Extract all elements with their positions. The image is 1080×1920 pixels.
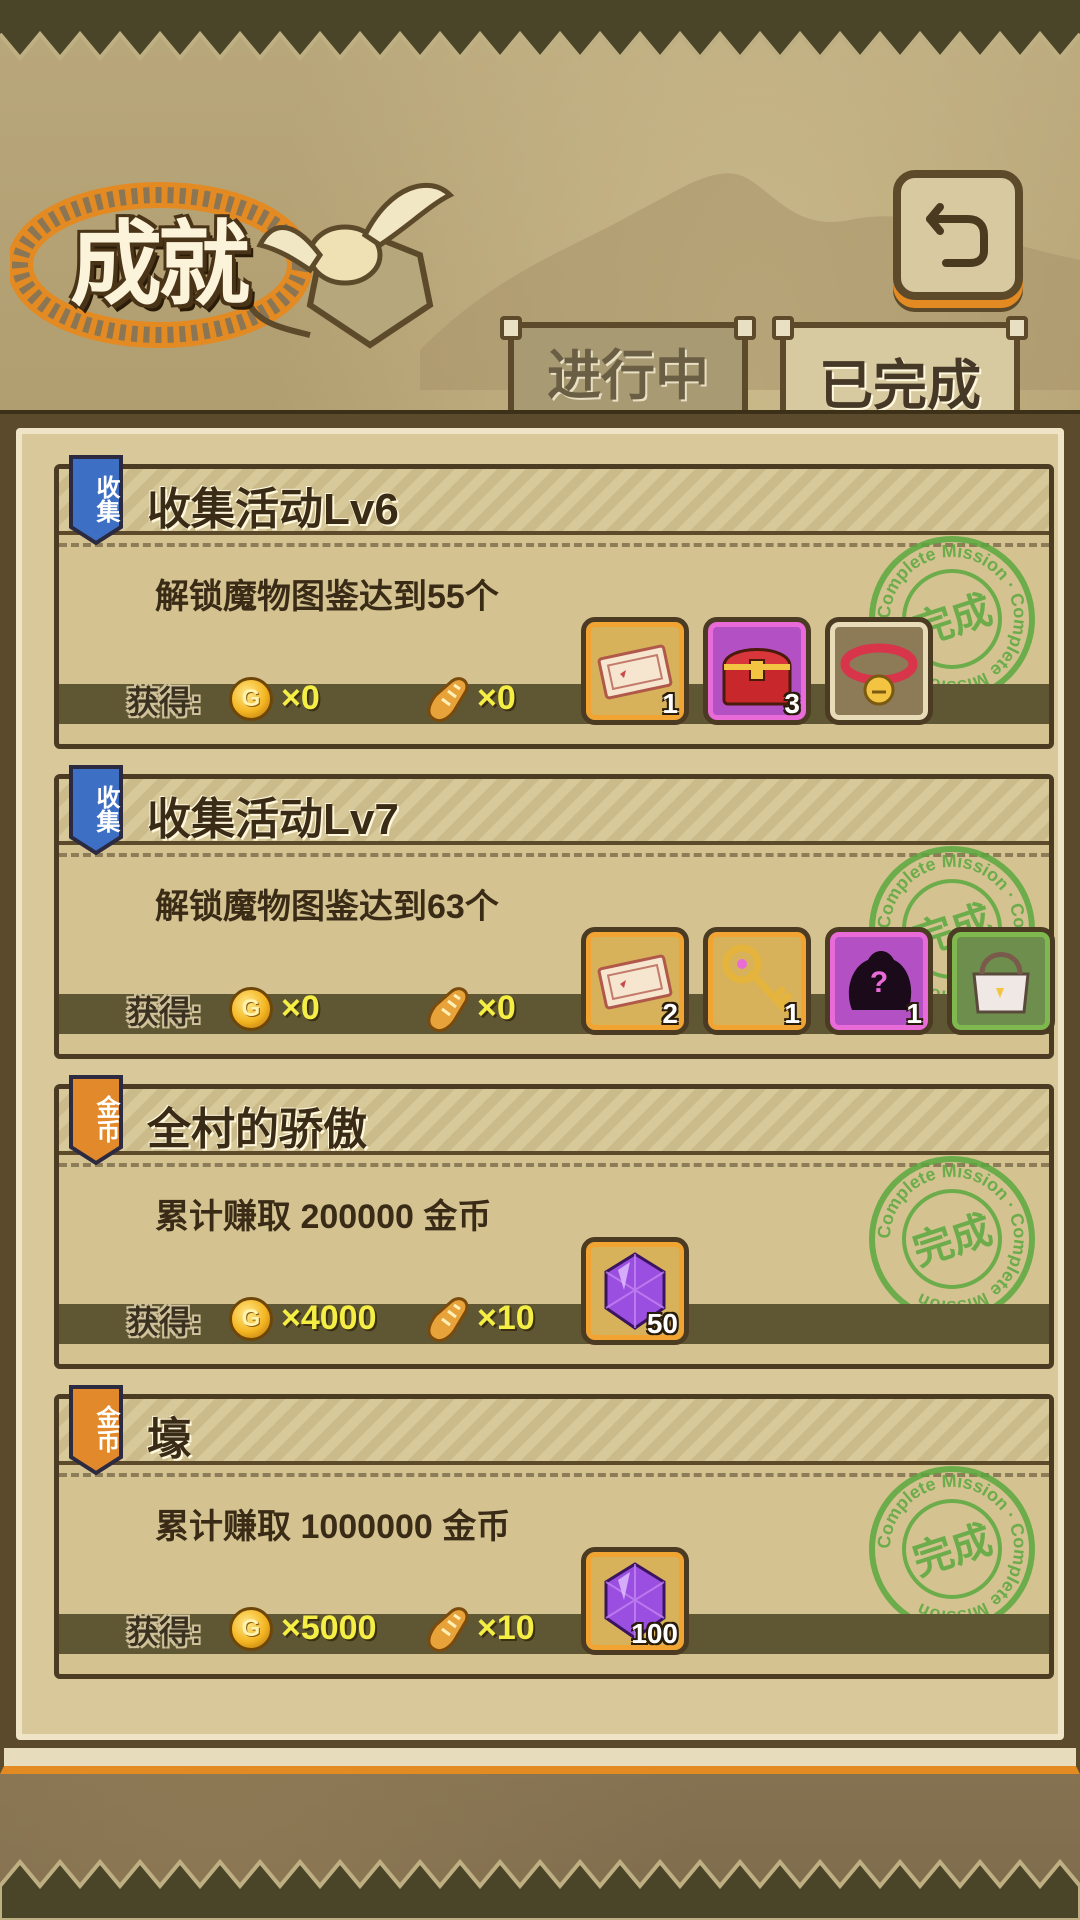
- reward-bar: [59, 1304, 1049, 1344]
- bell-collar-icon: [840, 643, 918, 706]
- reward-item-slot[interactable]: 1: [581, 617, 689, 725]
- category-tag-label: 金币: [92, 1405, 119, 1453]
- achievement-description: 解锁魔物图鉴达到55个: [155, 578, 499, 616]
- category-tag-label: 金币: [92, 1095, 119, 1143]
- gold-reward-amount: ×4000: [281, 1299, 377, 1337]
- top-border: [0, 0, 1080, 62]
- tab-label: 进行中: [547, 345, 709, 406]
- tab-label: 已完成: [819, 355, 981, 416]
- bread-icon: [427, 1297, 469, 1343]
- achievement-card-1[interactable]: 收集 收集活动Lv6 解锁魔物图鉴达到55个 Complete Mission …: [54, 455, 1054, 749]
- item-count: 50: [646, 1308, 678, 1339]
- tab-knob: [1006, 316, 1028, 340]
- return-arrow-icon: [926, 203, 988, 267]
- page-title: 成就: [70, 210, 250, 318]
- achievement-card-3[interactable]: 金币 全村的骄傲 累计赚取 200000 金币 Complete Mission…: [54, 1075, 1054, 1369]
- bread-icon: [427, 1607, 469, 1653]
- bread-reward-amount: ×10: [477, 1609, 535, 1647]
- bag-icon: [972, 952, 1030, 1014]
- achievement-description: 累计赚取 1000000 金币: [155, 1508, 511, 1546]
- item-count: 1: [784, 998, 800, 1029]
- gold-coin-icon: G: [229, 1607, 273, 1651]
- reward-item-slot[interactable]: 50: [581, 1237, 689, 1345]
- gold-reward-amount: ×0: [281, 679, 320, 717]
- svg-text:完成: 完成: [908, 1518, 998, 1585]
- reward-item-slot[interactable]: 1: [703, 927, 811, 1035]
- reward-bar: [59, 1614, 1049, 1654]
- achievement-title: 壕: [147, 1415, 191, 1464]
- tab-in-progress[interactable]: 进行中: [500, 316, 756, 412]
- category-tag-label: 收集: [92, 475, 119, 523]
- bread-icon: [427, 987, 469, 1033]
- bread-reward-amount: ×0: [477, 679, 516, 717]
- achievement-card-2[interactable]: 收集 收集活动Lv7 解锁魔物图鉴达到63个 Complete Mission …: [54, 765, 1055, 1059]
- svg-text:完成: 完成: [908, 1208, 998, 1275]
- item-count: 1: [906, 998, 922, 1029]
- panel-bottom-frame: [0, 1744, 1080, 1774]
- reward-item-slot[interactable]: 100: [581, 1547, 689, 1655]
- achievement-title: 收集活动Lv7: [147, 795, 399, 844]
- complete-stamp-icon: Complete Mission · Complete Mission 完成: [869, 1156, 1035, 1322]
- item-count: 3: [784, 688, 800, 719]
- achievement-title: 收集活动Lv6: [147, 485, 399, 534]
- tab-knob: [500, 316, 522, 340]
- item-count: 2: [662, 998, 678, 1029]
- card-header: [59, 1399, 1049, 1465]
- reward-label: 获得:: [127, 994, 202, 1030]
- reward-label: 获得:: [127, 1304, 202, 1340]
- gold-reward-amount: ×0: [281, 989, 320, 1027]
- gold-coin-icon: G: [229, 987, 273, 1031]
- complete-stamp-icon: Complete Mission · Complete Mission 完成: [869, 1466, 1035, 1632]
- reward-item-slot[interactable]: ? 1: [825, 927, 933, 1035]
- bottom-border: [0, 1858, 1080, 1920]
- gold-coin-icon: G: [229, 1297, 273, 1341]
- achievement-description: 累计赚取 200000 金币: [155, 1198, 492, 1236]
- bread-reward-amount: ×10: [477, 1299, 535, 1337]
- gold-reward-amount: ×5000: [281, 1609, 377, 1647]
- reward-item-slot[interactable]: [825, 617, 933, 725]
- tab-knob: [772, 316, 794, 340]
- achievement-card-4[interactable]: 金币 壕 累计赚取 1000000 金币 Complete Mission · …: [54, 1385, 1054, 1679]
- achievement-title: 全村的骄傲: [147, 1105, 367, 1154]
- reward-label: 获得:: [127, 1614, 202, 1650]
- reward-item-slot[interactable]: 2: [581, 927, 689, 1035]
- item-count: 1: [662, 688, 678, 719]
- svg-text:?: ?: [870, 966, 888, 999]
- reward-item-slot[interactable]: 3: [703, 617, 811, 725]
- category-tag-label: 收集: [92, 785, 119, 833]
- item-count: 100: [631, 1618, 678, 1649]
- achievement-list[interactable]: 收集 收集活动Lv6 解锁魔物图鉴达到55个 Complete Mission …: [16, 428, 1064, 1740]
- reward-label: 获得:: [127, 684, 202, 720]
- bread-reward-amount: ×0: [477, 989, 516, 1027]
- tab-knob: [734, 316, 756, 340]
- achievement-description: 解锁魔物图鉴达到63个: [155, 888, 499, 926]
- bread-icon: [427, 677, 469, 723]
- back-button[interactable]: [893, 170, 1023, 300]
- gold-coin-icon: G: [229, 677, 273, 721]
- reward-item-slot[interactable]: [947, 927, 1055, 1035]
- achievement-panel: 收集 收集活动Lv6 解锁魔物图鉴达到55个 Complete Mission …: [0, 410, 1080, 1774]
